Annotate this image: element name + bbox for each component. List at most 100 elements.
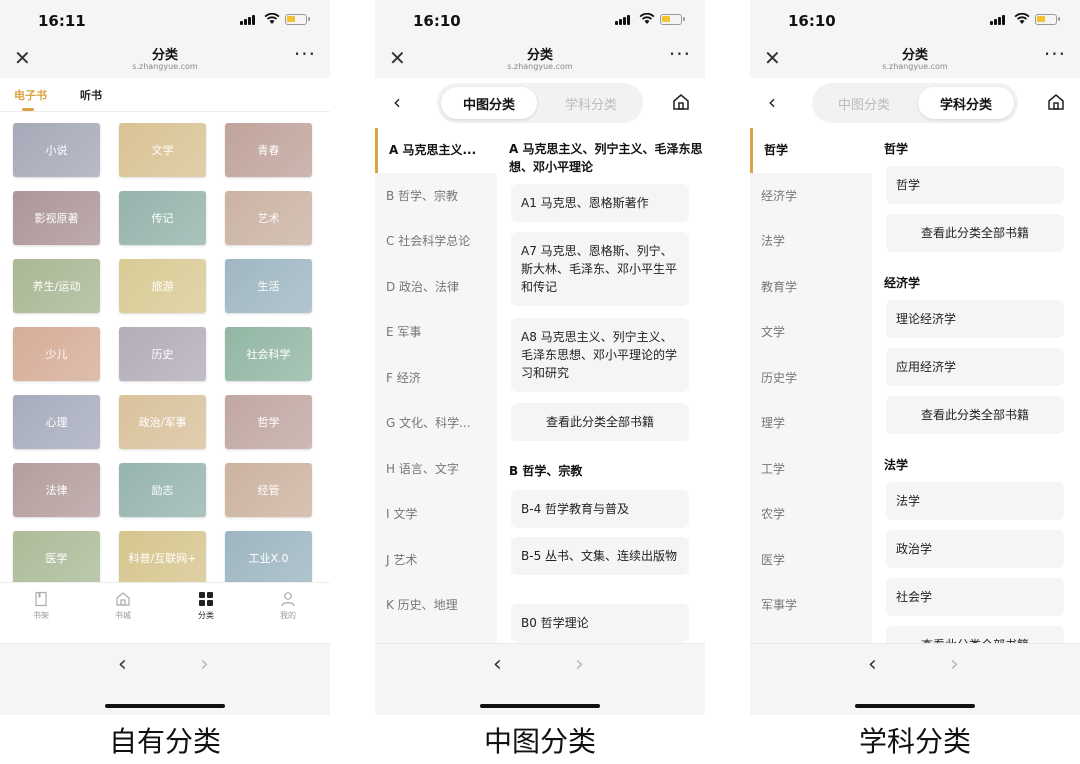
sidebar-item[interactable]: 哲学: [750, 128, 872, 173]
tabbar-bookshelf[interactable]: 书架: [21, 591, 61, 621]
page-title: 分类: [151, 48, 178, 63]
classification-switch: 中图分类 学科分类: [812, 83, 1018, 123]
view-all-books-button[interactable]: 查看此分类全部书籍: [886, 626, 1064, 643]
tab-audiobook[interactable]: 听书: [80, 87, 102, 103]
sidebar-item[interactable]: J 艺术: [375, 538, 497, 583]
sidebar-item[interactable]: 教育学: [750, 265, 872, 310]
sidebar-item[interactable]: 历史学: [750, 356, 872, 401]
view-all-books-button[interactable]: 查看此分类全部书籍: [886, 214, 1064, 252]
segment-clc[interactable]: 中图分类: [816, 87, 912, 119]
signal-bar: [1002, 15, 1005, 25]
category-tile[interactable]: 科普/互联网+: [119, 531, 206, 585]
subcategory-card[interactable]: 应用经济学: [886, 348, 1064, 386]
back-icon[interactable]: ‹: [393, 90, 401, 114]
sidebar-item[interactable]: 理学: [750, 401, 872, 446]
page-domain: s.zhangyue.com: [132, 62, 198, 71]
back-icon[interactable]: ‹: [118, 652, 127, 677]
section-heading: B 哲学、宗教: [509, 464, 583, 478]
tab-ebook[interactable]: 电子书: [14, 87, 47, 111]
sidebar-item[interactable]: 文学: [750, 310, 872, 355]
category-tile[interactable]: 艺术: [225, 191, 312, 245]
more-icon[interactable]: ···: [294, 42, 316, 66]
category-tile[interactable]: 影视原著: [13, 191, 100, 245]
phone-discipline-categories: 16:10 ✕ 分类 s.zhangyue.com ··· ‹ 中图分类 学科分…: [750, 0, 1080, 715]
tabbar-mine[interactable]: 我的: [268, 591, 308, 621]
sidebar-item[interactable]: 医学: [750, 538, 872, 583]
category-tile[interactable]: 哲学: [225, 395, 312, 449]
subcategory-card[interactable]: 理论经济学: [886, 300, 1064, 338]
subcategory-card[interactable]: 哲学: [886, 166, 1064, 204]
category-tile[interactable]: 传记: [119, 191, 206, 245]
sidebar-item[interactable]: B 哲学、宗教: [375, 174, 497, 219]
sidebar-item[interactable]: C 社会科学总论: [375, 219, 497, 264]
sidebar-item[interactable]: G 文化、科学...: [375, 401, 497, 446]
forward-icon[interactable]: ›: [575, 652, 584, 677]
category-tile[interactable]: 经管: [225, 463, 312, 517]
segment-discipline[interactable]: 学科分类: [918, 87, 1014, 119]
home-icon[interactable]: [671, 92, 691, 112]
back-icon[interactable]: ‹: [868, 652, 877, 677]
category-tile[interactable]: 历史: [119, 327, 206, 381]
sidebar-item[interactable]: K 历史、地理: [375, 583, 497, 628]
sidebar-item[interactable]: 工学: [750, 447, 872, 492]
sidebar-item[interactable]: 农学: [750, 492, 872, 537]
sidebar-item[interactable]: A 马克思主义...: [375, 128, 497, 173]
category-tile[interactable]: 励志: [119, 463, 206, 517]
back-icon[interactable]: ‹: [768, 90, 776, 114]
home-icon[interactable]: [1046, 92, 1066, 112]
category-tile[interactable]: 医学: [13, 531, 100, 585]
signal-bar: [248, 17, 251, 25]
sidebar-item[interactable]: H 语言、文字: [375, 447, 497, 492]
subcategory-card[interactable]: A7 马克思、恩格斯、列宁、斯大林、毛泽东、邓小平生平和传记: [511, 232, 689, 306]
home-indicator: [105, 704, 225, 708]
subcategory-card[interactable]: B0 哲学理论: [511, 604, 689, 642]
status-time: 16:11: [38, 12, 86, 30]
subcategory-card[interactable]: A8 马克思主义、列宁主义、毛泽东思想、邓小平理论的学习和研究: [511, 318, 689, 392]
sidebar-item[interactable]: D 政治、法律: [375, 265, 497, 310]
subcategory-card[interactable]: 社会学: [886, 578, 1064, 616]
subcategory-card[interactable]: B-4 哲学教育与普及: [511, 490, 689, 528]
more-icon[interactable]: ···: [1044, 42, 1066, 66]
section-heading: 法学: [884, 458, 909, 472]
sidebar-item[interactable]: 军事学: [750, 583, 872, 628]
category-tile[interactable]: 养生/运动: [13, 259, 100, 313]
category-tile[interactable]: 少儿: [13, 327, 100, 381]
wifi-icon: [639, 13, 655, 24]
classification-header: ‹ 中图分类 学科分类: [375, 78, 705, 128]
category-tile[interactable]: 法律: [13, 463, 100, 517]
category-tile[interactable]: 政治/军事: [119, 395, 206, 449]
category-tile[interactable]: 心理: [13, 395, 100, 449]
nav-bar: ✕ 分类 s.zhangyue.com ···: [0, 40, 330, 78]
category-tile[interactable]: 小说: [13, 123, 100, 177]
sidebar-item[interactable]: F 经济: [375, 356, 497, 401]
category-tile[interactable]: 青春: [225, 123, 312, 177]
back-icon[interactable]: ‹: [493, 652, 502, 677]
sidebar-item[interactable]: I 文学: [375, 492, 497, 537]
category-tile[interactable]: 工业X.0: [225, 531, 312, 585]
category-tile[interactable]: 文学: [119, 123, 206, 177]
subcategory-card[interactable]: A1 马克思、恩格斯著作: [511, 184, 689, 222]
nav-bar: ✕ 分类 s.zhangyue.com ···: [750, 40, 1080, 78]
nav-bar: ✕ 分类 s.zhangyue.com ···: [375, 40, 705, 78]
category-tile[interactable]: 旅游: [119, 259, 206, 313]
forward-icon[interactable]: ›: [200, 652, 209, 677]
tabbar-category[interactable]: 分类: [186, 591, 226, 621]
subcategory-card[interactable]: 政治学: [886, 530, 1064, 568]
signal-bar: [244, 19, 247, 25]
forward-icon[interactable]: ›: [950, 652, 959, 677]
caption-own-categories: 自有分类: [108, 725, 221, 758]
sidebar-item[interactable]: 法学: [750, 219, 872, 264]
segment-discipline[interactable]: 学科分类: [543, 87, 639, 119]
tabbar-bookstore[interactable]: 书城: [103, 591, 143, 621]
subcategory-card[interactable]: 法学: [886, 482, 1064, 520]
view-all-books-button[interactable]: 查看此分类全部书籍: [511, 403, 689, 441]
category-tile[interactable]: 社会科学: [225, 327, 312, 381]
segment-clc[interactable]: 中图分类: [441, 87, 537, 119]
subcategory-card[interactable]: B-5 丛书、文集、连续出版物: [511, 537, 689, 575]
more-icon[interactable]: ···: [669, 42, 691, 66]
view-all-books-button[interactable]: 查看此分类全部书籍: [886, 396, 1064, 434]
sidebar-item[interactable]: 经济学: [750, 174, 872, 219]
category-tile[interactable]: 生活: [225, 259, 312, 313]
signal-icon: [990, 21, 993, 25]
sidebar-item[interactable]: E 军事: [375, 310, 497, 355]
